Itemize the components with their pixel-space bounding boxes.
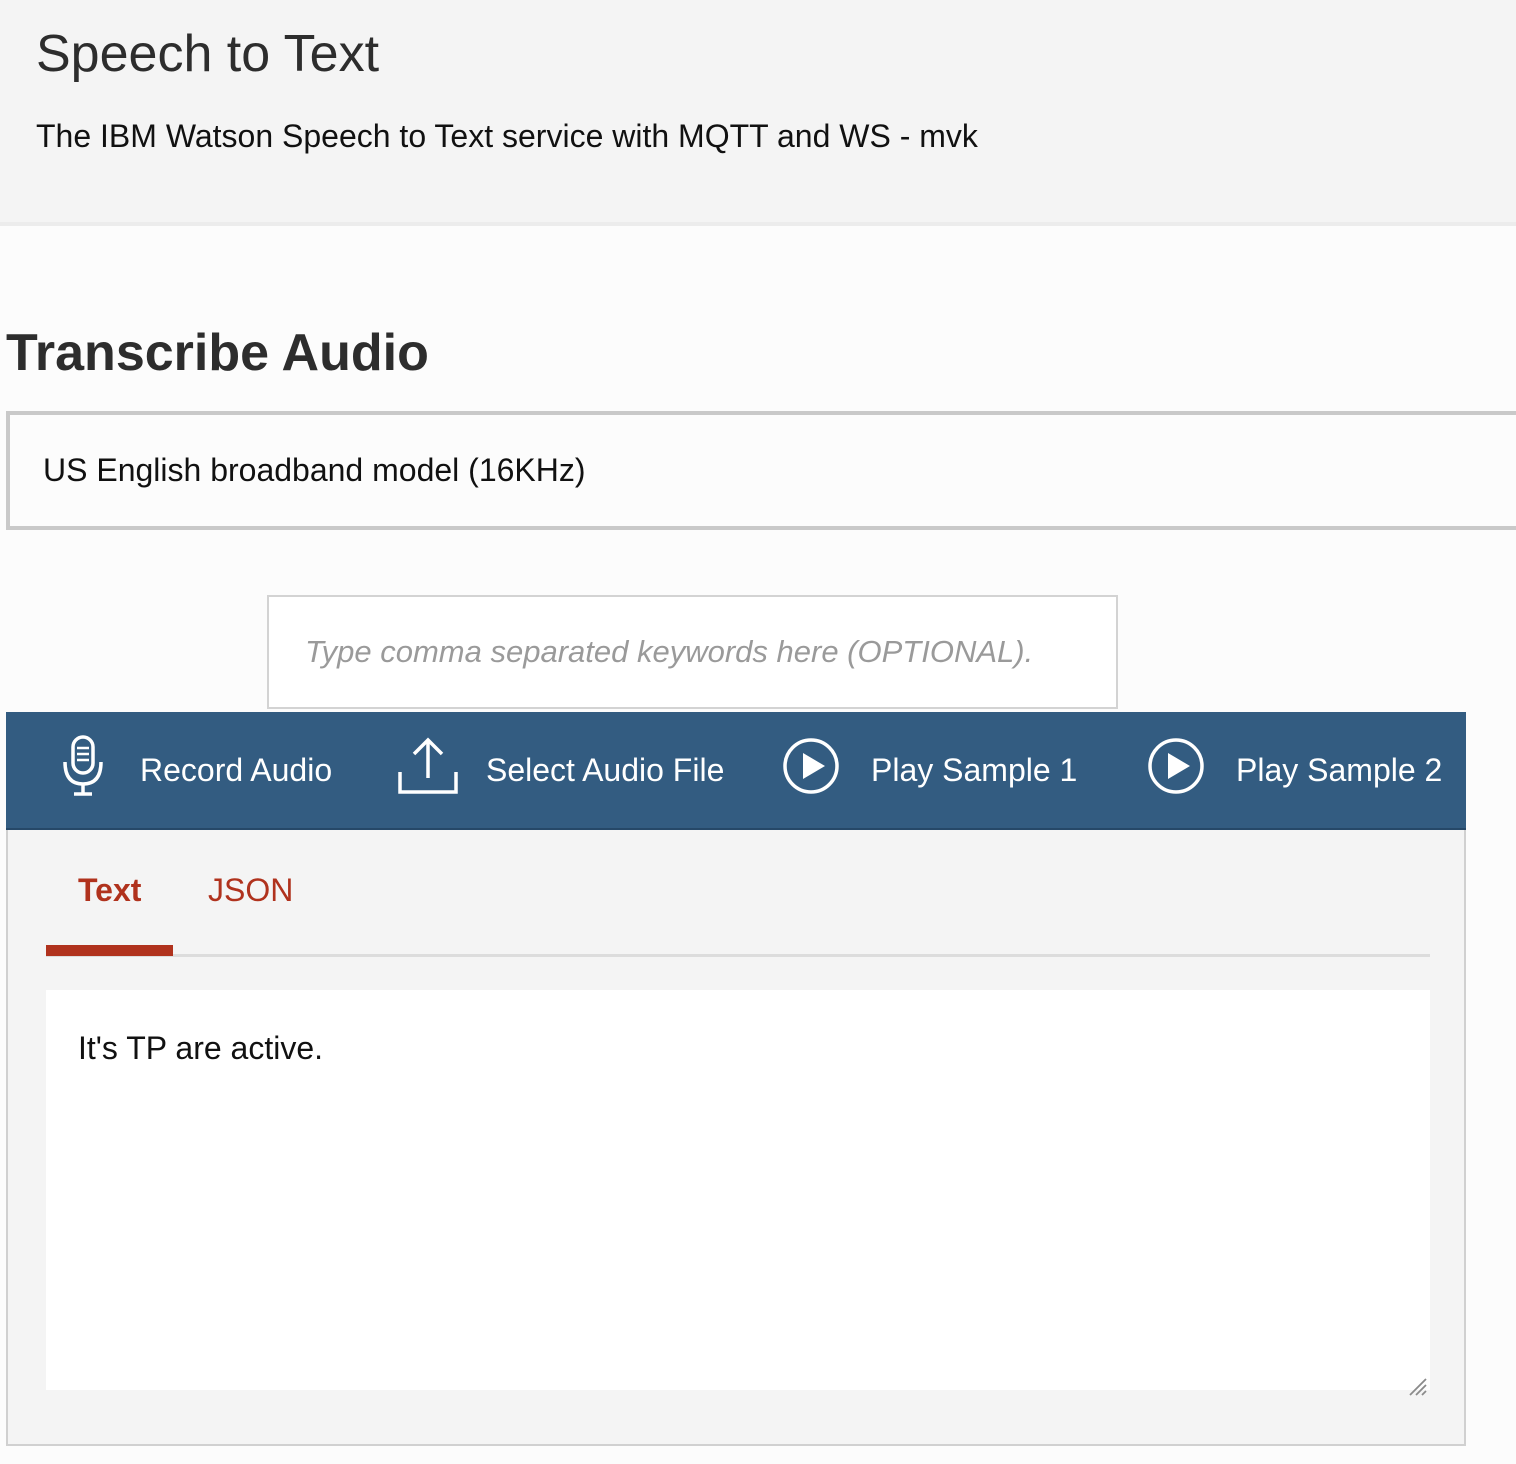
- tab-text[interactable]: Text: [78, 870, 141, 910]
- tabs-divider: [46, 954, 1430, 957]
- model-select[interactable]: US English broadband model (16KHz): [6, 411, 1516, 530]
- keywords-input[interactable]: [267, 595, 1118, 709]
- play-sample-1-label: Play Sample 1: [871, 751, 1078, 788]
- app-title: Speech to Text: [36, 25, 380, 83]
- app-subtitle: The IBM Watson Speech to Text service wi…: [36, 118, 978, 154]
- play-sample-1-button[interactable]: Play Sample 1: [781, 712, 1077, 828]
- section-title: Transcribe Audio: [6, 324, 429, 382]
- model-select-value: US English broadband model (16KHz): [43, 452, 586, 488]
- record-audio-button[interactable]: Record Audio: [60, 712, 332, 828]
- play-circle-icon: [781, 736, 841, 804]
- tab-json[interactable]: JSON: [208, 870, 293, 910]
- play-sample-2-button[interactable]: Play Sample 2: [1146, 712, 1442, 828]
- transcript-text: It's TP are active.: [78, 1030, 324, 1066]
- play-sample-2-label: Play Sample 2: [1236, 751, 1443, 788]
- play-circle-icon: [1146, 736, 1206, 804]
- record-audio-label: Record Audio: [140, 751, 333, 788]
- microphone-icon: [60, 734, 108, 806]
- active-tab-indicator: [46, 945, 173, 956]
- upload-icon: [396, 734, 460, 806]
- select-audio-file-button[interactable]: Select Audio File: [396, 712, 724, 828]
- page-header: Speech to Text The IBM Watson Speech to …: [0, 0, 1516, 226]
- transcript-output[interactable]: It's TP are active.: [46, 990, 1430, 1396]
- resize-handle-icon[interactable]: [1406, 1366, 1428, 1396]
- select-audio-file-label: Select Audio File: [486, 751, 725, 788]
- results-panel: Text JSON It's TP are active.: [6, 830, 1466, 1446]
- audio-toolbar: Record Audio Select Audio File Play Samp…: [6, 712, 1466, 830]
